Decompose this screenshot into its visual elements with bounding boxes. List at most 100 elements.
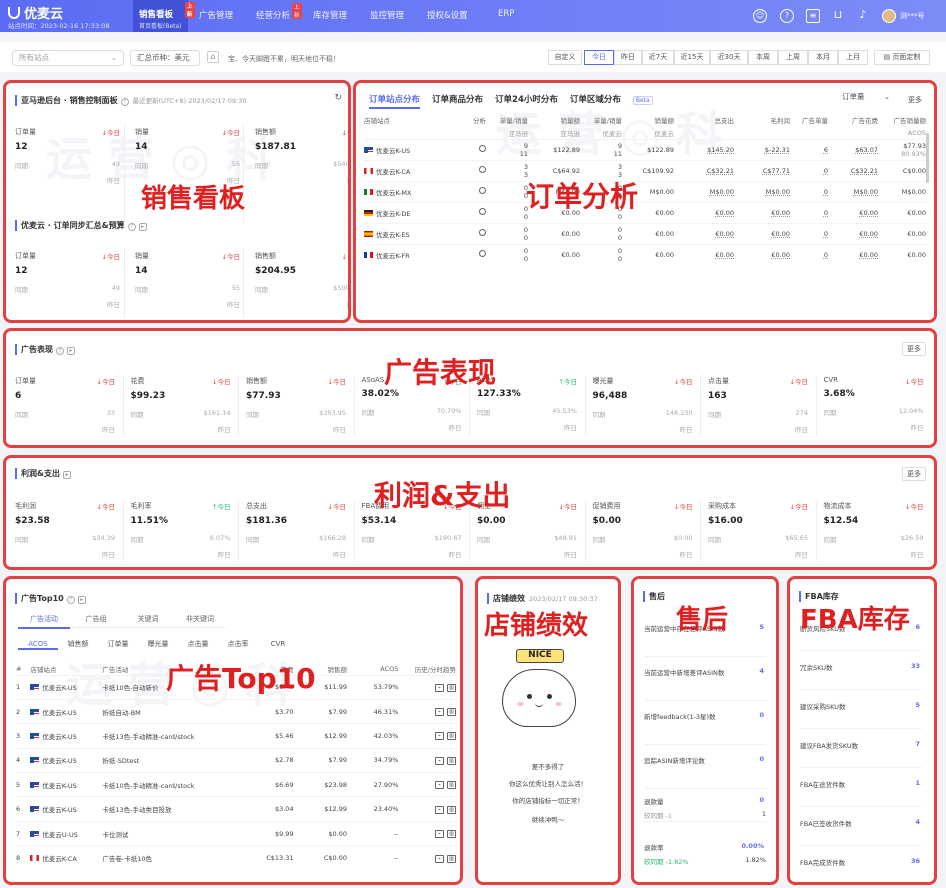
campaign-cell[interactable]: 折纸-SDtest: [102, 747, 234, 773]
tab-adgroup[interactable]: 广告组: [70, 614, 122, 628]
video-icon[interactable]: ▸: [138, 223, 147, 231]
nav-tab-monitor[interactable]: 监控管理: [370, 9, 404, 21]
line-chart-icon[interactable]: ⌁: [435, 781, 444, 790]
bar-chart-icon[interactable]: ▥: [447, 732, 456, 741]
help-icon[interactable]: ?: [780, 9, 794, 23]
nav-tab-inventory[interactable]: 库存管理: [313, 9, 347, 21]
tab-non-keyword[interactable]: 非关键词: [174, 614, 226, 628]
column-header[interactable]: #: [16, 663, 30, 675]
expense-cell[interactable]: $145.20: [678, 138, 738, 160]
profit-cell[interactable]: €0.00: [738, 222, 794, 244]
table-row[interactable]: 优麦云K-CA 3 3 C$64.92 3 3 C$109.92 C$32.21 C$77.71…: [364, 159, 930, 181]
home-icon[interactable]: ⌂: [207, 51, 219, 63]
column-header[interactable]: 分析: [464, 113, 490, 127]
metric-tab-cvr[interactable]: CVR: [258, 640, 298, 648]
fba-row[interactable]: 建议FBA发货SKU数 7: [800, 740, 922, 768]
line-chart-icon[interactable]: ⌁: [435, 708, 444, 717]
pie-chart-icon[interactable]: [479, 166, 486, 173]
campaign-cell[interactable]: 广告卷-卡纸10色: [102, 845, 234, 871]
pie-chart-icon[interactable]: [479, 250, 486, 258]
pie-chart-icon[interactable]: [479, 145, 486, 152]
tab-order-product[interactable]: 订单商品分布: [432, 95, 483, 105]
line-chart-icon[interactable]: ⌁: [435, 830, 444, 839]
currency-select[interactable]: 汇总币种：美元: [130, 50, 200, 66]
avatar[interactable]: [882, 9, 896, 23]
ad-spend-cell[interactable]: €0.00: [832, 222, 882, 244]
fba-row[interactable]: FBA在途货件数 1: [800, 779, 922, 807]
after-sales-row[interactable]: 追踪ASIN新增评论数 0: [644, 755, 766, 789]
fba-row[interactable]: FBA完成货件数 36: [800, 857, 922, 882]
metric-tab-acos[interactable]: ACOS: [18, 640, 58, 650]
column-header[interactable]: 销量额: [532, 113, 584, 127]
date-7d[interactable]: 近7天: [642, 50, 674, 65]
ad-spend-cell[interactable]: C$32.21: [832, 159, 882, 181]
ad-spend-cell[interactable]: €0.00: [832, 243, 882, 265]
ad-orders-cell[interactable]: 0: [794, 222, 832, 244]
after-sales-row[interactable]: 当前运营中新增差评ASIN数 4: [644, 667, 766, 701]
refund-rate-row[interactable]: 退款率 0.00% 较同期 -1.82% 1.82%: [644, 842, 766, 874]
nav-tab-ads[interactable]: 广告管理: [199, 9, 233, 21]
profit-cell[interactable]: €0.00: [738, 201, 794, 223]
table-row[interactable]: 优麦云K-DE 0 0 €0.00 0 0 €0.00 €0.00 €0.00 0 €0.00 €0.…: [364, 201, 930, 223]
expense-cell[interactable]: €0.00: [678, 201, 738, 223]
table-row[interactable]: 优麦云K-FR 0 0 €0.00 0 0 €0.00 €0.00 €0.00 0 €0.00 €0.…: [364, 243, 930, 265]
column-header[interactable]: 毛利润: [738, 113, 794, 127]
more-link[interactable]: 更多: [904, 94, 926, 106]
column-header[interactable]: 总支出: [678, 113, 738, 127]
bar-chart-icon[interactable]: ▥: [447, 708, 456, 717]
bar-chart-icon[interactable]: ▥: [447, 805, 456, 814]
after-sales-row[interactable]: 新增feedback(1-3星)数 0: [644, 711, 766, 745]
metric-tab-ctr[interactable]: 点击率: [218, 639, 258, 649]
nav-tab-dashboard[interactable]: 销售看板 首页看板(Beta) 上新: [133, 0, 195, 32]
column-header[interactable]: 店铺站点: [30, 663, 102, 675]
nav-tab-settings[interactable]: 授权&设置: [427, 9, 468, 21]
tab-order-region[interactable]: 订单区域分布: [570, 95, 621, 105]
ad-spend-cell[interactable]: $63.07: [832, 138, 882, 160]
video-icon[interactable]: ▸: [67, 347, 75, 355]
column-header[interactable]: 单量/销量: [584, 113, 626, 127]
page-customize-button[interactable]: ▤ 页面定制: [874, 50, 930, 65]
nav-tab-erp[interactable]: ERP: [498, 9, 514, 19]
campaign-cell[interactable]: 卡纸10色-手动精准-card/stock: [102, 772, 234, 797]
campaign-cell[interactable]: 折纸自动-BM: [102, 698, 234, 724]
expense-cell[interactable]: €0.00: [678, 243, 738, 265]
ad-orders-cell[interactable]: 0: [794, 180, 832, 202]
line-chart-icon[interactable]: ⌁: [435, 854, 444, 863]
ad-orders-cell[interactable]: 0: [794, 243, 832, 265]
tab-order-site[interactable]: 订单站点分布: [369, 95, 421, 109]
tab-campaign[interactable]: 广告活动: [18, 614, 70, 629]
table-row[interactable]: 3 优麦云K-US 卡纸13色-手动精准-card/stock $5.46 $12.99…: [16, 723, 456, 749]
video-icon[interactable]: ▸: [77, 596, 86, 604]
ad-spend-cell[interactable]: M$0.00: [832, 180, 882, 202]
column-header[interactable]: 单量/销量: [490, 113, 532, 127]
column-header[interactable]: 广告花费: [832, 113, 882, 127]
video-icon[interactable]: ▸: [62, 471, 71, 479]
ad-spend-cell[interactable]: €0.00: [832, 201, 882, 223]
support-icon[interactable]: ☺: [753, 9, 767, 23]
pie-chart-icon[interactable]: [479, 229, 486, 236]
table-row[interactable]: 5 优麦云K-US 卡纸10色-手动精准-card/stock $6.69 $23.98…: [16, 772, 456, 797]
date-last-week[interactable]: 上周: [778, 50, 808, 65]
date-last-month[interactable]: 上月: [838, 50, 868, 65]
date-today[interactable]: 今日: [584, 50, 614, 65]
order-metric-select[interactable]: 订单量 ⌄: [836, 91, 896, 105]
line-chart-icon[interactable]: ⌁: [435, 683, 444, 692]
date-yesterday[interactable]: 昨日: [614, 50, 642, 65]
profit-cell[interactable]: $-22.31: [738, 138, 794, 160]
table-row[interactable]: 优麦云K-ES 0 0 €0.00 0 0 €0.00 €0.00 €0.00 0 €0.00 €0.…: [364, 222, 930, 244]
line-chart-icon[interactable]: ⌁: [435, 732, 444, 741]
ad-orders-cell[interactable]: 0: [794, 159, 832, 181]
refund-count-row[interactable]: 退款量 0 较同期 -1 1: [644, 796, 766, 822]
column-header[interactable]: 广告销量额: [882, 113, 930, 127]
fba-row[interactable]: 冗余SKU数 33: [800, 662, 922, 690]
table-row[interactable]: 2 优麦云K-US 折纸自动-BM $3.70 $7.99 46.31% ⌁ ▥: [16, 698, 456, 724]
bar-chart-icon[interactable]: ▥: [447, 756, 456, 765]
bar-chart-icon[interactable]: ▥: [447, 683, 456, 692]
tab-keyword[interactable]: 关键词: [122, 614, 174, 628]
table-row[interactable]: 8 优麦云K-CA 广告卷-卡纸10色 C$13.31 C$0.00 -- ⌁ ▥: [16, 845, 456, 871]
expense-cell[interactable]: €0.00: [678, 222, 738, 244]
help-icon[interactable]: ?: [56, 347, 64, 355]
metric-tab-impressions[interactable]: 曝光量: [138, 639, 178, 649]
expense-cell[interactable]: M$0.00: [678, 180, 738, 202]
column-header[interactable]: ACOS: [347, 663, 398, 675]
